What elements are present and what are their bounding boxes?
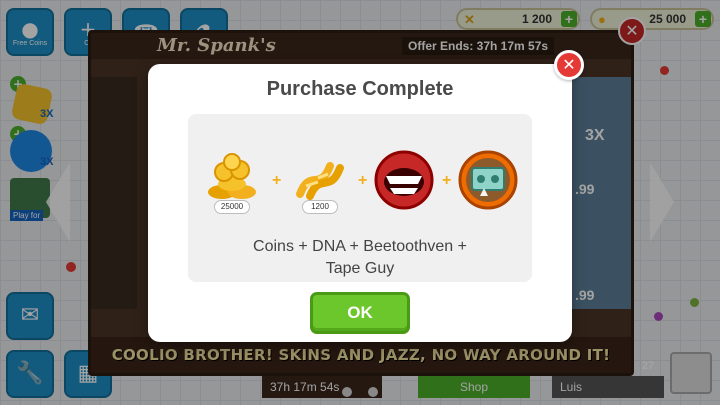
close-dialog-button[interactable]: ✕ <box>554 50 584 80</box>
close-icon: ✕ <box>562 55 576 74</box>
beetoothven-skin-icon <box>374 150 434 210</box>
purchase-complete-dialog: Purchase Complete 25000 + 1200 + + Coins… <box>148 64 572 342</box>
dna-quantity: 1200 <box>302 200 338 214</box>
description-line-2: Tape Guy <box>325 260 395 277</box>
coin-quantity: 25000 <box>214 200 250 214</box>
tape-guy-skin-icon <box>458 150 518 210</box>
plus-sign: + <box>272 172 282 189</box>
plus-sign: + <box>442 172 452 189</box>
ok-button[interactable]: OK <box>310 292 410 334</box>
dna-item: 1200 <box>288 148 352 214</box>
purchased-items-row: 25000 + 1200 + + <box>200 148 520 214</box>
tape-guy-item <box>456 148 520 212</box>
description-line-1: Coins + DNA + Beetoothven + <box>253 238 467 255</box>
beetoothven-item <box>372 148 436 212</box>
dialog-title: Purchase Complete <box>266 78 454 100</box>
plus-sign: + <box>358 172 368 189</box>
coins-item: 25000 <box>200 148 264 214</box>
purchased-items-box: 25000 + 1200 + + Coins + DNA + Beetoothv… <box>188 114 532 282</box>
purchase-description: Coins + DNA + Beetoothven + Tape Guy <box>208 236 512 280</box>
